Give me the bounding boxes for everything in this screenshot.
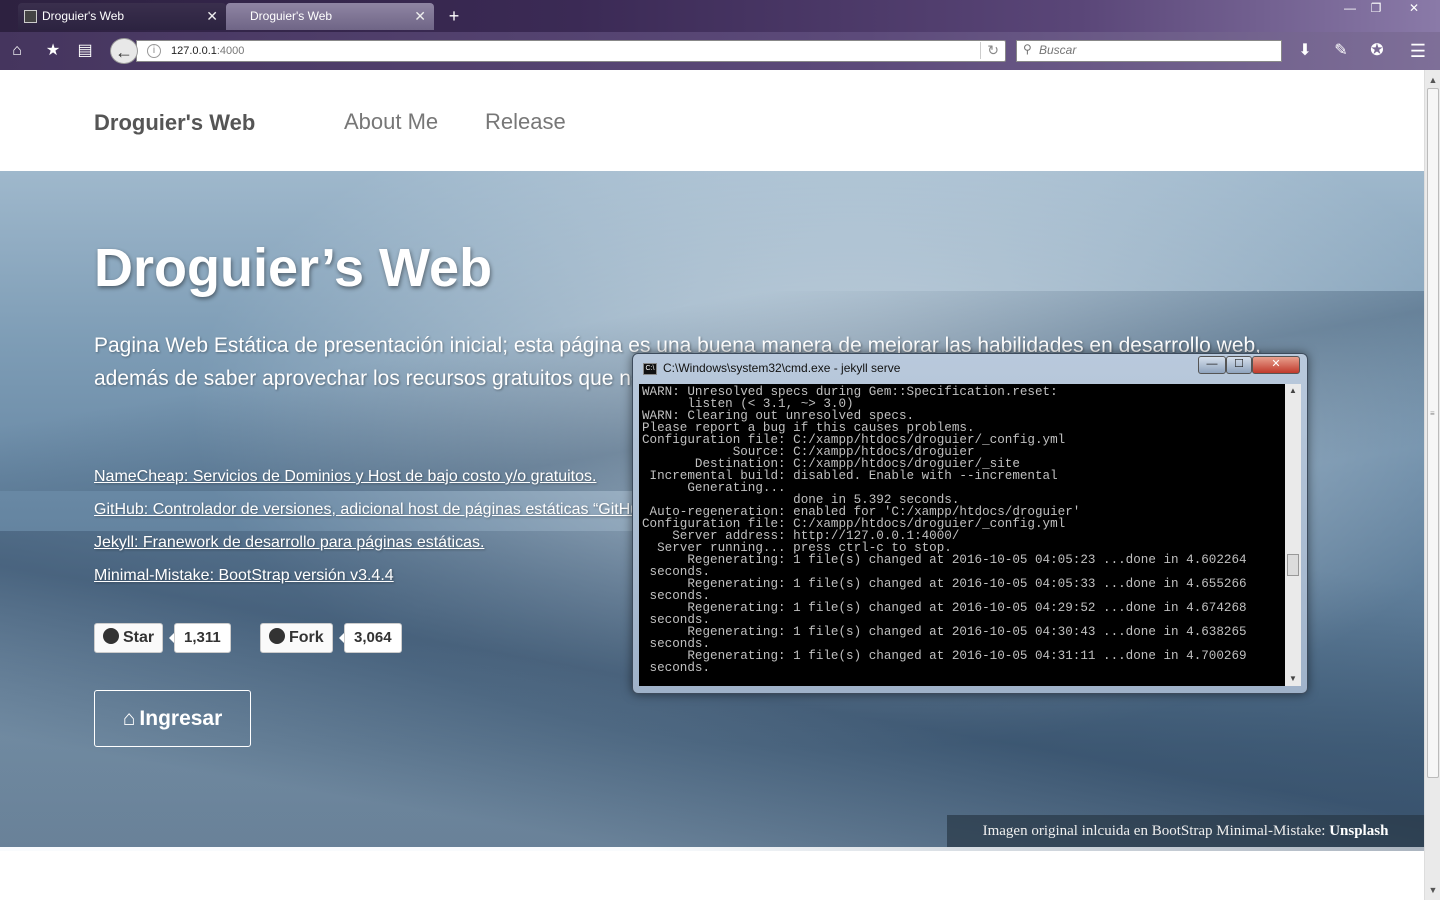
tab-active[interactable]: Droguier's Web ✕ xyxy=(226,3,434,30)
home-icon[interactable]: ⌂ xyxy=(6,40,28,62)
home-icon: ⌂ xyxy=(122,707,136,730)
cmd-icon: C:\ xyxy=(643,363,657,375)
link-github[interactable]: GitHub: Controlador de versiones, adicio… xyxy=(94,501,708,519)
nav-about-link[interactable]: About Me xyxy=(344,109,438,135)
tab-close-icon[interactable]: ✕ xyxy=(414,3,426,30)
search-icon: ⚲ xyxy=(1023,42,1032,56)
scroll-down-icon[interactable]: ▼ xyxy=(1285,672,1301,686)
cmd-window-title: C:\Windows\system32\cmd.exe - jekyll ser… xyxy=(663,361,901,375)
tab-title: Droguier's Web xyxy=(42,9,125,23)
reload-icon[interactable]: ↻ xyxy=(980,42,999,59)
github-icon xyxy=(103,628,119,644)
link-jekyll[interactable]: Jekyll: Franework de desarrollo para pág… xyxy=(94,534,484,552)
cmd-scrollbar[interactable]: ▲ ▼ xyxy=(1285,384,1301,686)
scroll-thumb[interactable]: ≡ xyxy=(1427,88,1439,778)
window-restore-button[interactable]: ❐ xyxy=(1364,0,1388,18)
cmd-window[interactable]: C:\ C:\Windows\system32\cmd.exe - jekyll… xyxy=(632,353,1308,694)
star-button[interactable]: Star xyxy=(94,623,164,653)
search-input[interactable] xyxy=(1039,43,1269,57)
scroll-thumb[interactable] xyxy=(1287,554,1299,576)
address-bar[interactable]: i 127.0.0.1:4000 ↻ xyxy=(136,40,1006,62)
console-text: WARN: Unresolved specs during Gem::Speci… xyxy=(642,385,1247,675)
fork-count[interactable]: 3,064 xyxy=(339,623,402,653)
reading-list-icon[interactable]: ▤ xyxy=(74,40,96,62)
cmd-minimize-button[interactable]: — xyxy=(1198,356,1226,374)
site-header: Droguier's Web About Me Release xyxy=(0,70,1424,171)
nav-release-link[interactable]: Release xyxy=(485,109,566,135)
download-icon[interactable]: ⬇ xyxy=(1294,40,1316,62)
navigation-toolbar: ⌂ ★ ▤ i 127.0.0.1:4000 ↻ ← ⚲ ⬇ ✎ ✪ ☰ xyxy=(0,32,1440,70)
window-close-button[interactable]: ✕ xyxy=(1398,0,1430,18)
menu-icon[interactable]: ☰ xyxy=(1406,40,1430,62)
enter-label: Ingresar xyxy=(139,707,223,730)
favicon-icon xyxy=(24,10,37,23)
tab-close-icon[interactable]: ✕ xyxy=(206,3,218,30)
cmd-maximize-button[interactable]: ☐ xyxy=(1226,356,1252,374)
site-brand[interactable]: Droguier's Web xyxy=(94,110,255,136)
tab-strip: Droguier's Web ✕ Droguier's Web ✕ + — ❐ … xyxy=(0,0,1440,32)
fork-button[interactable]: Fork xyxy=(260,623,333,653)
site-info-icon[interactable]: i xyxy=(147,44,161,58)
cmd-console-output[interactable]: WARN: Unresolved specs during Gem::Speci… xyxy=(639,384,1285,686)
tab-inactive[interactable]: Droguier's Web ✕ xyxy=(18,3,226,30)
addons-icon[interactable]: ✪ xyxy=(1366,40,1388,62)
link-minimal-mistake[interactable]: Minimal-Mistake: BootStrap versión v3.4.… xyxy=(94,567,394,585)
scroll-down-icon[interactable]: ▼ xyxy=(1425,882,1440,898)
bookmark-star-icon[interactable]: ★ xyxy=(42,40,64,62)
page-scrollbar[interactable]: ▲ ≡ ▼ xyxy=(1424,70,1440,900)
image-credit: Imagen original inlcuida en BootStrap Mi… xyxy=(947,815,1424,847)
new-tab-button[interactable]: + xyxy=(444,4,464,28)
hero-title: Droguier’s Web xyxy=(94,238,493,298)
search-bar[interactable]: ⚲ xyxy=(1016,40,1282,62)
cmd-close-button[interactable]: ✕ xyxy=(1252,356,1300,374)
github-icon xyxy=(269,628,285,644)
unsplash-link[interactable]: Unsplash xyxy=(1329,823,1388,839)
star-count[interactable]: 1,311 xyxy=(169,623,231,653)
scroll-up-icon[interactable]: ▲ xyxy=(1285,384,1301,398)
scroll-up-icon[interactable]: ▲ xyxy=(1425,72,1440,88)
back-button[interactable]: ← xyxy=(110,38,138,64)
url-text[interactable]: 127.0.0.1:4000 xyxy=(171,41,244,62)
link-namecheap[interactable]: NameCheap: Servicios de Dominios y Host … xyxy=(94,468,596,486)
tab-title: Droguier's Web xyxy=(250,9,333,23)
enter-button[interactable]: ⌂ Ingresar xyxy=(94,690,251,747)
window-minimize-button[interactable]: — xyxy=(1338,0,1362,18)
tools-icon[interactable]: ✎ xyxy=(1330,40,1352,62)
